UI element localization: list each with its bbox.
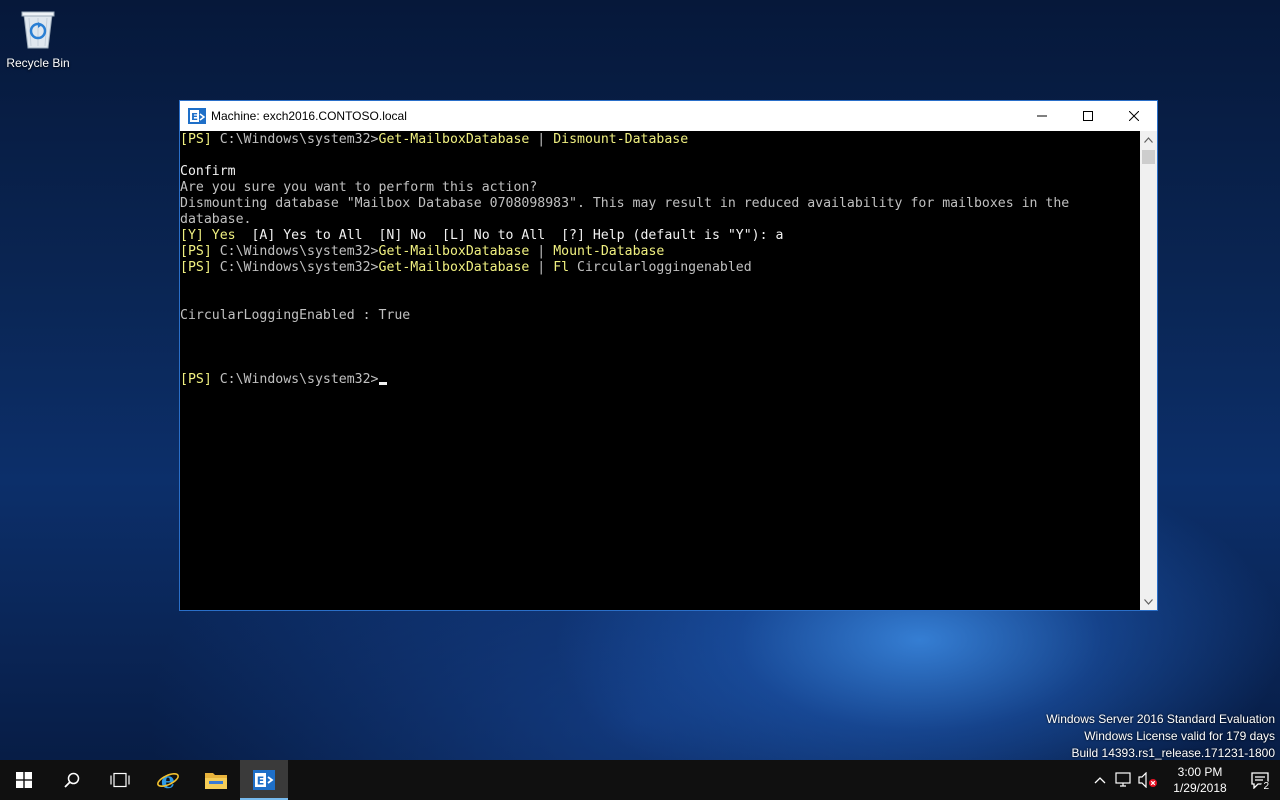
window-controls	[1019, 101, 1157, 131]
console-line: [PS] C:\Windows\system32>Get-MailboxData…	[180, 260, 1140, 276]
console-line: [Y] Yes [A] Yes to All [N] No [L] No to …	[180, 228, 1140, 244]
maximize-button[interactable]	[1065, 101, 1111, 131]
console-text: Fl	[553, 260, 570, 275]
console-line: CircularLoggingEnabled : True	[180, 308, 1140, 324]
taskbar: e E 3:00 PM 1/29/2018 2	[0, 760, 1280, 800]
chevron-up-icon	[1094, 777, 1106, 784]
taskbar-internet-explorer[interactable]: e	[144, 760, 192, 800]
minimize-icon	[1037, 115, 1047, 117]
console-line: Dismounting database "Mailbox Database 0…	[180, 196, 1140, 212]
exchange-shell-icon: E	[253, 770, 275, 790]
system-tray: 3:00 PM 1/29/2018 2	[1088, 760, 1280, 800]
speaker-muted-icon	[1138, 772, 1157, 788]
console-output[interactable]: [PS] C:\Windows\system32>Get-MailboxData…	[180, 131, 1140, 610]
scroll-up-button[interactable]	[1140, 131, 1157, 148]
console-text: Get-MailboxDatabase	[378, 132, 530, 147]
console-text: |	[529, 244, 554, 259]
console-line: [PS] C:\Windows\system32>Get-MailboxData…	[180, 132, 1140, 148]
folder-icon	[205, 773, 227, 789]
show-hidden-icons-button[interactable]	[1088, 760, 1112, 800]
console-line: [PS] C:\Windows\system32>Get-MailboxData…	[180, 244, 1140, 260]
svg-text:e: e	[161, 768, 175, 792]
console-text: [PS]	[180, 244, 220, 259]
evaluation-watermark: Windows Server 2016 Standard Evaluation …	[1046, 711, 1275, 762]
clock-date: 1/29/2018	[1173, 781, 1227, 795]
console-text: C:\Windows\system32>	[219, 372, 379, 387]
console-text: Dismount-Database	[553, 132, 689, 147]
vertical-scrollbar[interactable]	[1140, 131, 1157, 610]
console-text: Circularloggingenabled	[569, 260, 752, 275]
window-title: Machine: exch2016.CONTOSO.local	[211, 109, 407, 123]
recycle-bin-label: Recycle Bin	[6, 56, 70, 70]
start-button[interactable]	[0, 760, 48, 800]
watermark-edition: Windows Server 2016 Standard Evaluation	[1046, 712, 1275, 726]
console-text: [PS]	[180, 372, 220, 387]
scroll-thumb[interactable]	[1142, 150, 1155, 164]
task-view-icon	[110, 772, 130, 788]
console-line: Are you sure you want to perform this ac…	[180, 180, 1140, 196]
clock-time: 3:00 PM	[1177, 765, 1223, 779]
taskbar-exchange-shell[interactable]: E	[240, 760, 288, 800]
console-text: Get-MailboxDatabase	[378, 244, 530, 259]
console-text: [PS]	[180, 132, 220, 147]
console-text: Mount-Database	[553, 244, 665, 259]
console-text: database.	[180, 212, 252, 227]
console-line: database.	[180, 212, 1140, 228]
svg-text:E: E	[191, 112, 198, 123]
console-text: |	[529, 132, 554, 147]
close-button[interactable]	[1111, 101, 1157, 131]
console-text: Confirm	[180, 164, 236, 179]
chevron-up-icon	[1144, 136, 1153, 143]
windows-logo-icon	[16, 772, 32, 788]
console-text: [A] Yes to All [N] No [L] No to All [?] …	[235, 228, 784, 243]
taskbar-file-explorer[interactable]	[192, 760, 240, 800]
recycle-bin-icon	[21, 11, 55, 49]
console-text: C:\Windows\system32>	[219, 244, 379, 259]
internet-explorer-icon: e	[157, 768, 179, 792]
text-cursor	[378, 382, 387, 385]
network-icon	[1115, 772, 1131, 787]
title-bar[interactable]: E Machine: exch2016.CONTOSO.local	[180, 101, 1157, 131]
recycle-bin-shortcut[interactable]: Recycle Bin	[4, 6, 72, 76]
taskbar-clock[interactable]: 3:00 PM 1/29/2018	[1160, 764, 1240, 796]
console-text: Get-MailboxDatabase	[378, 260, 530, 275]
action-center-button[interactable]: 2	[1240, 760, 1280, 800]
exchange-shell-icon: E	[188, 108, 206, 124]
volume-status[interactable]	[1136, 760, 1160, 800]
watermark-license: Windows License valid for 179 days	[1084, 729, 1275, 743]
console-text: |	[529, 260, 554, 275]
minimize-button[interactable]	[1019, 101, 1065, 131]
maximize-icon	[1083, 111, 1093, 121]
console-text: Are you sure you want to perform this ac…	[180, 180, 538, 195]
console-line: [PS] C:\Windows\system32>	[180, 372, 1140, 388]
svg-text:E: E	[257, 775, 265, 788]
scroll-down-button[interactable]	[1140, 593, 1157, 610]
console-line: Confirm	[180, 164, 1140, 180]
search-icon	[64, 772, 80, 788]
exchange-management-shell-window[interactable]: E Machine: exch2016.CONTOSO.local [PS] C…	[179, 100, 1158, 611]
console-text: [PS]	[180, 260, 220, 275]
console-text: [Y] Yes	[180, 228, 236, 243]
chevron-down-icon	[1144, 598, 1153, 605]
network-status[interactable]	[1112, 760, 1136, 800]
notification-count-badge: 2	[1261, 781, 1271, 792]
console-text: CircularLoggingEnabled : True	[180, 308, 411, 323]
close-icon	[1129, 111, 1139, 121]
console-text: C:\Windows\system32>	[219, 132, 379, 147]
console-text: Dismounting database "Mailbox Database 0…	[180, 196, 1070, 211]
console-text: C:\Windows\system32>	[219, 260, 379, 275]
task-view-button[interactable]	[96, 760, 144, 800]
search-button[interactable]	[48, 760, 96, 800]
